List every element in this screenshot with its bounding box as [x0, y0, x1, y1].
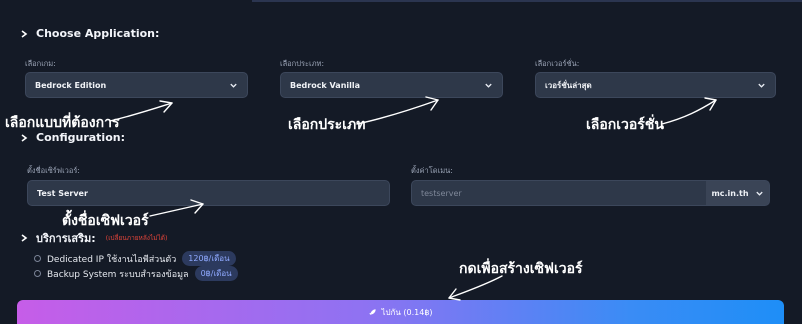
arrow-version: [661, 99, 717, 125]
arrow-create: [448, 275, 503, 299]
annotation-arrows: [109, 96, 717, 301]
arrow-server-name: [149, 203, 204, 217]
arrow-game: [109, 102, 173, 122]
arrow-type: [356, 99, 439, 125]
